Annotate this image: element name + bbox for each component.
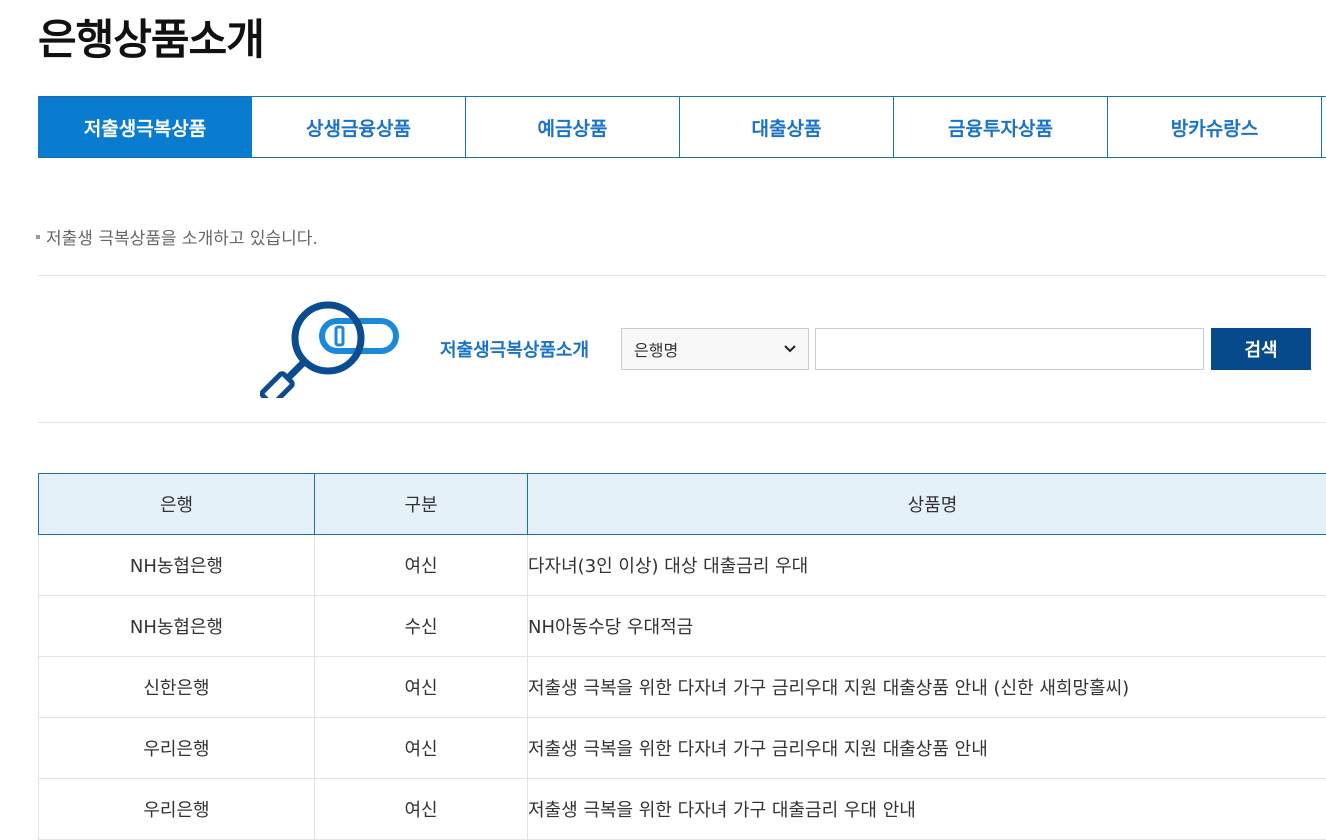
search-panel: 저출생극복상품소개 은행명 검색 [0, 276, 1326, 422]
cell-bank: 신한은행 [39, 657, 315, 718]
cell-product-link[interactable]: 저출생 극복을 위한 다자녀 가구 금리우대 지원 대출상품 안내 [528, 718, 1326, 779]
page-title: 은행상품소개 [38, 6, 264, 67]
bank-select[interactable]: 은행명 [621, 328, 809, 370]
tab-low-birthrate-products[interactable]: 저출생극복상품 [38, 97, 252, 157]
table-header-row: 은행 구분 상품명 [39, 474, 1326, 535]
cell-type: 여신 [315, 718, 528, 779]
chevron-down-icon [784, 345, 796, 353]
page-description: 저출생 극복상품을 소개하고 있습니다. [36, 224, 318, 249]
cell-product-link[interactable]: NH아동수당 우대적금 [528, 596, 1326, 657]
cell-bank: 우리은행 [39, 718, 315, 779]
table-row[interactable]: NH농협은행 수신 NH아동수당 우대적금 [39, 596, 1326, 657]
cell-product-link[interactable]: 다자녀(3인 이상) 대상 대출금리 우대 [528, 535, 1326, 596]
bullet-icon [36, 235, 40, 239]
tab-deposit-products[interactable]: 예금상품 [466, 97, 680, 157]
cell-type: 여신 [315, 779, 528, 840]
header-type: 구분 [315, 474, 528, 535]
table-row[interactable]: 우리은행 여신 저출생 극복을 위한 다자녀 가구 대출금리 우대 안내 [39, 779, 1326, 840]
cell-bank: NH농협은행 [39, 535, 315, 596]
cell-type: 여신 [315, 657, 528, 718]
table-row[interactable]: 우리은행 여신 저출생 극복을 위한 다자녀 가구 금리우대 지원 대출상품 안… [39, 718, 1326, 779]
table-row[interactable]: NH농협은행 여신 다자녀(3인 이상) 대상 대출금리 우대 [39, 535, 1326, 596]
search-button[interactable]: 검색 [1211, 328, 1311, 370]
description-text: 저출생 극복상품을 소개하고 있습니다. [46, 224, 318, 249]
cell-type: 수신 [315, 596, 528, 657]
cell-type: 여신 [315, 535, 528, 596]
search-label: 저출생극복상품소개 [440, 336, 589, 362]
cell-product-link[interactable]: 저출생 극복을 위한 다자녀 가구 대출금리 우대 안내 [528, 779, 1326, 840]
header-bank: 은행 [39, 474, 315, 535]
tab-loan-products[interactable]: 대출상품 [680, 97, 894, 157]
bank-select-value: 은행명 [634, 337, 784, 361]
tab-investment-products[interactable]: 금융투자상품 [894, 97, 1108, 157]
header-product: 상품명 [528, 474, 1326, 535]
table-row[interactable]: 신한은행 여신 저출생 극복을 위한 다자녀 가구 금리우대 지원 대출상품 안… [39, 657, 1326, 718]
magnifier-with-card-icon [260, 298, 405, 398]
cell-product-link[interactable]: 저출생 극복을 위한 다자녀 가구 금리우대 지원 대출상품 안내 (신한 새희… [528, 657, 1326, 718]
products-table: 은행 구분 상품명 NH농협은행 여신 다자녀(3인 이상) 대상 대출금리 우… [38, 473, 1326, 840]
product-tabs: 저출생극복상품 상생금융상품 예금상품 대출상품 금융투자상품 방카슈랑스 [38, 96, 1326, 158]
search-input[interactable] [815, 328, 1204, 370]
cell-bank: 우리은행 [39, 779, 315, 840]
tab-mutual-growth-finance[interactable]: 상생금융상품 [252, 97, 466, 157]
cell-bank: NH농협은행 [39, 596, 315, 657]
divider-bottom [38, 422, 1326, 423]
tab-bancassurance[interactable]: 방카슈랑스 [1108, 97, 1322, 157]
